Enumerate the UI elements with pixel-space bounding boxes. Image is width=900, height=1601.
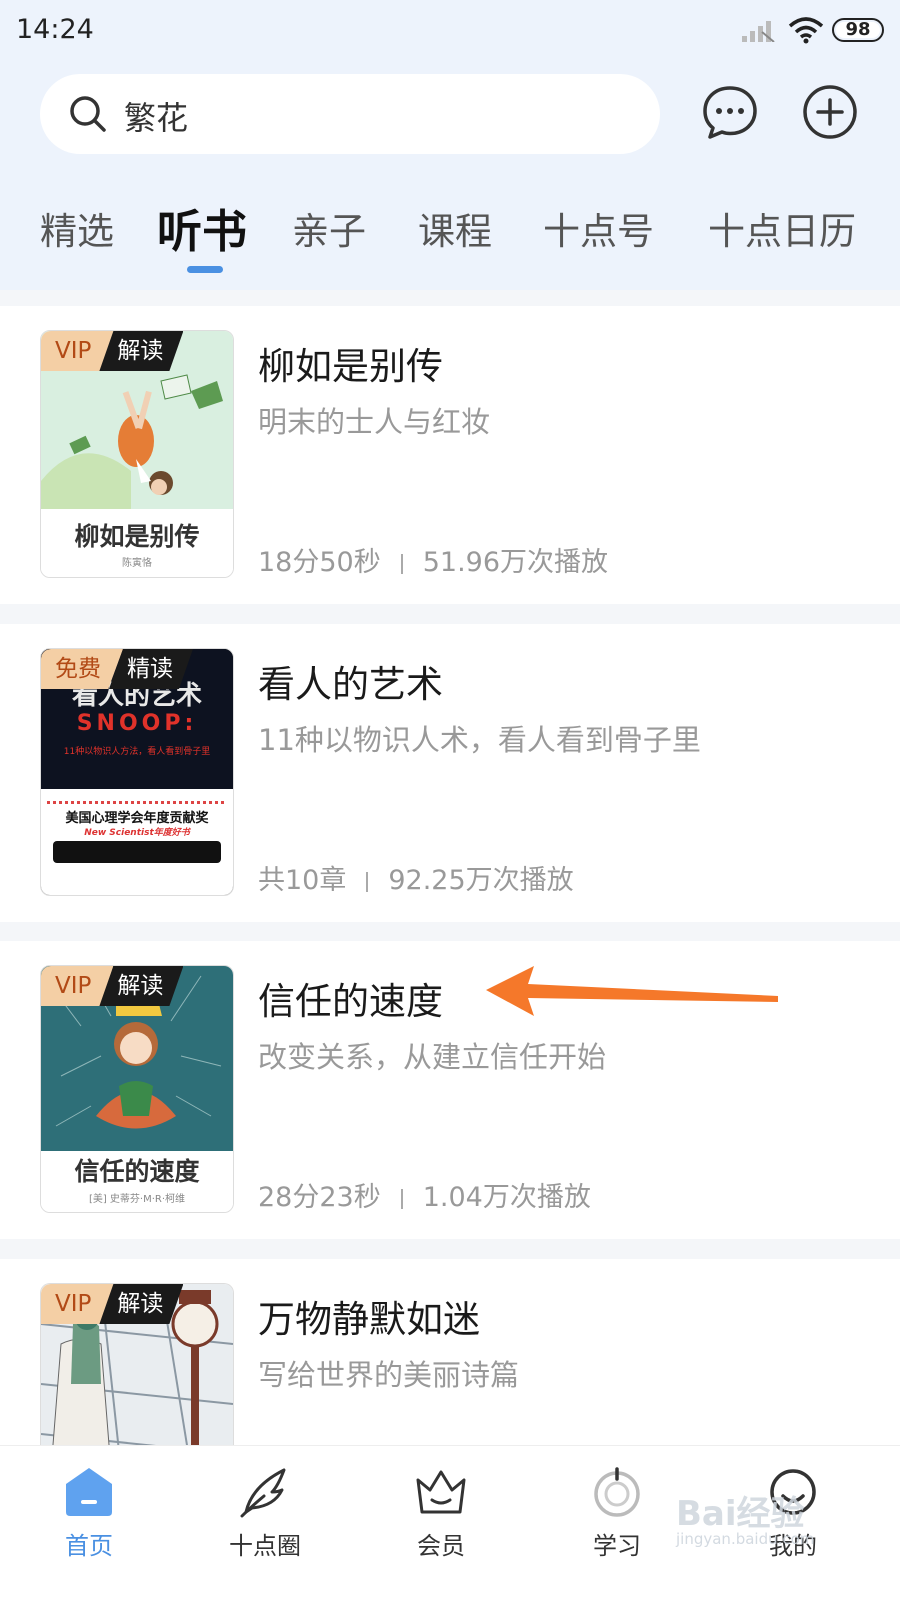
meta-divider	[366, 871, 369, 892]
book-meta: 28分23秒 1.04万次播放	[258, 1175, 591, 1214]
cover-title: 柳如是别传	[74, 522, 200, 551]
home-icon	[66, 1468, 112, 1516]
book-card[interactable]: VIP 解读 万物静默如迷 写给世界的美丽诗篇	[0, 1259, 900, 1470]
book-subtitle: 写给世界的美丽诗篇	[258, 1358, 520, 1392]
book-plays: 51.96万次播放	[422, 547, 609, 578]
book-subtitle: 明末的士人与红妆	[258, 405, 491, 439]
book-title: 看人的艺术	[258, 663, 443, 706]
badge-type: 解读	[99, 1284, 183, 1324]
annotation-arrow-icon	[486, 966, 778, 1016]
badge-type: 解读	[99, 966, 183, 1006]
vip-badge: VIP 解读	[41, 966, 183, 1006]
book-cover[interactable]: 柳如是别传 陈寅恪 VIP 解读	[40, 330, 234, 578]
cover-info-bar	[53, 841, 221, 863]
tab-shidian-account[interactable]: 十点号	[543, 201, 654, 255]
signal-icon	[742, 21, 775, 42]
status-bar: 14:24 98	[0, 0, 900, 60]
book-cover[interactable]: VIP 解读	[40, 1283, 234, 1470]
active-tab-indicator	[187, 266, 223, 273]
cover-author: 陈寅恪	[122, 558, 152, 569]
category-tabs: 精选 听书 亲子 课程 十点号 十点日历	[0, 195, 900, 275]
badge-type: 解读	[99, 331, 183, 371]
meta-divider	[400, 1188, 403, 1209]
search-icon	[70, 96, 106, 132]
study-icon	[594, 1467, 640, 1517]
cover-award: 美国心理学会年度贡献奖	[65, 811, 209, 826]
nav-home[interactable]: 首页	[29, 1446, 149, 1601]
tab-shidian-calendar[interactable]: 十点日历	[708, 201, 856, 255]
nav-label: 十点圈	[229, 1532, 301, 1560]
book-plays: 92.25万次播放	[388, 865, 574, 896]
book-title: 信任的速度	[258, 980, 443, 1023]
tab-audiobooks[interactable]: 听书	[157, 195, 247, 260]
status-time: 14:24	[16, 14, 94, 45]
nav-label: 会员	[417, 1532, 465, 1560]
badge-type: 精读	[109, 649, 193, 689]
book-duration: 28分23秒	[258, 1182, 381, 1213]
cover-author: [美] 史蒂芬·M·R·柯维	[88, 1194, 186, 1205]
nav-membership[interactable]: 会员	[381, 1446, 501, 1601]
book-subtitle: 改变关系，从建立信任开始	[258, 1040, 607, 1074]
nav-circle[interactable]: 十点圈	[205, 1446, 325, 1601]
book-meta: 18分50秒 51.96万次播放	[258, 540, 608, 579]
book-title: 柳如是别传	[258, 345, 443, 388]
header: 14:24 98 繁花 精选 听书 亲子 课程 十点号 十点日历	[0, 0, 900, 290]
badge-free: 免费	[41, 649, 123, 689]
wifi-icon	[788, 17, 824, 44]
tab-featured[interactable]: 精选	[40, 201, 114, 255]
search-input[interactable]: 繁花	[40, 74, 660, 154]
book-card[interactable]: 柳如是别传 陈寅恪 VIP 解读 柳如是别传 明末的士人与红妆 18分50秒 51…	[0, 306, 900, 604]
book-card[interactable]: 看人的艺术 SNOOP: 11种以物识人方法，看人看到骨子里 美国心理学会年度贡…	[0, 624, 900, 922]
book-chapters: 共10章	[258, 865, 347, 896]
watermark-url: jingyan.baidu.com	[676, 1530, 815, 1548]
cover-title: 信任的速度	[74, 1157, 200, 1186]
cover-red-text: 11种以物识人方法，看人看到骨子里	[63, 747, 211, 757]
add-icon[interactable]	[800, 82, 860, 142]
book-duration: 18分50秒	[258, 547, 381, 578]
battery-indicator: 98	[832, 18, 884, 42]
book-title: 万物静默如迷	[258, 1298, 480, 1341]
tab-courses[interactable]: 课程	[418, 201, 492, 255]
free-badge: 免费 精读	[41, 649, 193, 689]
book-subtitle: 11种以物识人术，看人看到骨子里	[258, 723, 701, 757]
cover-award2: New Scientist年度好书	[84, 828, 190, 838]
watermark-text: Bai经验	[676, 1494, 805, 1534]
meta-divider	[400, 553, 403, 574]
message-icon[interactable]	[700, 82, 760, 142]
nav-label: 首页	[65, 1532, 113, 1560]
tab-parenting[interactable]: 亲子	[292, 201, 366, 255]
search-text: 繁花	[124, 99, 189, 137]
crown-icon	[416, 1470, 466, 1514]
book-meta: 共10章 92.25万次播放	[258, 858, 574, 897]
book-plays: 1.04万次播放	[422, 1182, 591, 1213]
book-cover[interactable]: 信任的速度 [美] 史蒂芬·M·R·柯维 VIP 解读	[40, 965, 234, 1213]
nav-study[interactable]: 学习	[557, 1446, 677, 1601]
cover-big-text: SNOOP:	[76, 711, 198, 736]
vip-badge: VIP 解读	[41, 331, 183, 371]
book-cover[interactable]: 看人的艺术 SNOOP: 11种以物识人方法，看人看到骨子里 美国心理学会年度贡…	[40, 648, 234, 896]
nav-label: 学习	[593, 1532, 641, 1560]
vip-badge: VIP 解读	[41, 1284, 183, 1324]
feather-icon	[240, 1468, 286, 1518]
cover-decoration	[47, 801, 227, 804]
bottom-navigation: 首页 十点圈 会员 学习 我的 Bai经验 jingyan.baidu.com	[0, 1445, 900, 1601]
battery-level: 98	[845, 19, 871, 40]
